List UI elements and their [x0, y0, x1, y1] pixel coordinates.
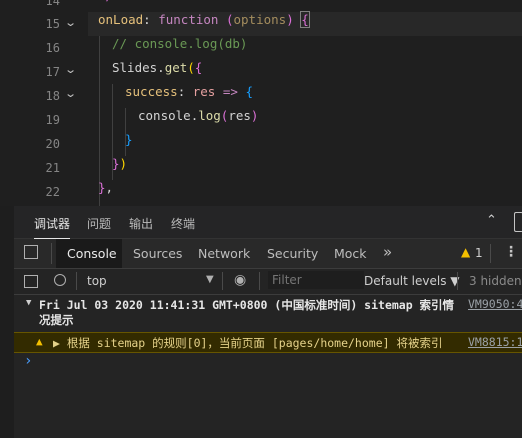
console-output: ▼ Fri Jul 03 2020 11:41:31 GMT+0800 (中国标…: [14, 295, 522, 438]
code-line-15: onLoad: function (options) {: [98, 11, 310, 28]
filter-input[interactable]: [268, 271, 364, 289]
line-number: 20: [45, 137, 60, 151]
line-number: 14: [45, 0, 60, 8]
divider: [457, 272, 458, 290]
tab-output[interactable]: 输出: [129, 215, 153, 232]
message-text: Fri Jul 03 2020 11:41:31 GMT+0800 (中国标准时…: [39, 298, 455, 312]
clear-console-icon[interactable]: [54, 274, 66, 286]
tab-mock[interactable]: Mock: [334, 246, 367, 261]
divider: [490, 244, 491, 263]
devtools-panel: 调试器 问题 输出 终端 ⌃ Console Sources Network S…: [14, 206, 522, 438]
close-icon[interactable]: [514, 212, 522, 232]
code-line-21: }): [112, 156, 128, 171]
more-options-icon[interactable]: ⋮: [504, 244, 518, 260]
code-line-16: // console.log(db): [112, 36, 248, 51]
console-message[interactable]: ▼ Fri Jul 03 2020 11:41:31 GMT+0800 (中国标…: [14, 297, 522, 331]
code-line-20: }: [125, 132, 133, 147]
tab-sources[interactable]: Sources: [133, 246, 182, 261]
chevron-down-icon[interactable]: ▼: [206, 274, 214, 285]
expand-arrow-icon[interactable]: ▼: [26, 298, 31, 308]
line-number: 15: [45, 17, 60, 31]
console-warning[interactable]: ▲ ▶ 根据 sitemap 的规则[0]，当前页面 [pages/home/h…: [14, 332, 522, 353]
divider: [222, 272, 223, 290]
tab-debugger[interactable]: 调试器: [34, 215, 71, 239]
levels-dropdown[interactable]: Default levels ▼: [364, 274, 460, 288]
eye-icon[interactable]: ◉: [234, 272, 246, 288]
tab-problems[interactable]: 问题: [87, 215, 111, 232]
message-text-cont: 况提示: [39, 313, 74, 327]
code-line-19: console.log(res): [138, 108, 259, 123]
tab-security[interactable]: Security: [267, 246, 318, 261]
line-number: 19: [45, 113, 60, 127]
fold-chevron-icon[interactable]: ⌄: [64, 87, 77, 100]
hidden-count: 3 hidden: [469, 274, 522, 288]
line-number: 16: [45, 41, 60, 55]
message-source[interactable]: VM9050:4: [468, 297, 522, 311]
line-number: 21: [45, 161, 60, 175]
warning-icon[interactable]: ▲: [461, 245, 470, 259]
fold-chevron-icon[interactable]: ⌄: [64, 16, 77, 29]
chevron-up-icon[interactable]: ⌃: [486, 213, 497, 228]
activity-strip: [0, 206, 14, 438]
devtools-tabs: Console Sources Network Security Mock » …: [14, 239, 522, 269]
line-number: 22: [45, 185, 60, 199]
bottom-panel-tabs: 调试器 问题 输出 终端 ⌃: [14, 206, 522, 239]
code-line-14: e/: [98, 0, 113, 12]
warning-source[interactable]: VM8815:1: [468, 335, 522, 349]
sidebar-toggle-icon[interactable]: [24, 275, 38, 288]
inspect-element-icon[interactable]: [24, 245, 38, 259]
divider: [51, 243, 52, 264]
warning-text: ▶ 根据 sitemap 的规则[0]，当前页面 [pages/home/hom…: [53, 336, 443, 350]
code-line-18: success: res => {: [125, 84, 253, 99]
tab-terminal[interactable]: 终端: [171, 215, 195, 232]
line-number: 18: [45, 89, 60, 103]
tab-network[interactable]: Network: [198, 246, 250, 261]
code-line-17: Slides.get({: [112, 60, 203, 75]
divider: [259, 272, 260, 290]
warning-count[interactable]: 1: [475, 246, 483, 260]
code-editor[interactable]: 14 15 16 17 18 19 20 21 22 ⌄ ⌄ ⌄ e/ onLo…: [0, 0, 522, 206]
gutter: 14 15 16 17 18 19 20 21 22 ⌄ ⌄ ⌄: [0, 0, 88, 206]
console-toolbar: top ▼ ◉ Default levels ▼ 3 hidden: [14, 269, 522, 295]
more-tabs-icon[interactable]: »: [383, 243, 392, 261]
context-select[interactable]: top: [87, 274, 107, 288]
warning-icon: ▲: [36, 335, 43, 348]
divider: [76, 272, 77, 290]
console-prompt-icon[interactable]: ›: [24, 353, 32, 369]
fold-chevron-icon[interactable]: ⌄: [64, 63, 77, 76]
tab-console[interactable]: Console: [67, 246, 117, 261]
code-line-22: },: [98, 180, 114, 195]
line-number: 17: [45, 65, 60, 79]
